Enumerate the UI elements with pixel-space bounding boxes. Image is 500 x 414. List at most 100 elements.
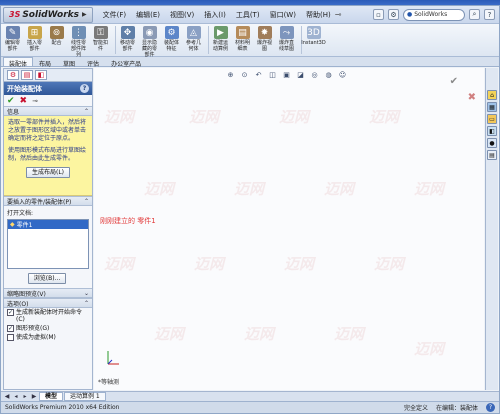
- design-library-icon[interactable]: ▦: [487, 102, 497, 112]
- pin-icon[interactable]: ⊸: [335, 10, 342, 19]
- checkbox-start-command[interactable]: ✓: [7, 309, 14, 316]
- options-group-header[interactable]: 选项(O) ⌃: [4, 298, 92, 308]
- ribbon-button-label: 配合: [51, 40, 62, 46]
- solidworks-resources-icon[interactable]: ⌂: [487, 90, 497, 100]
- feature-manager-tab-icon[interactable]: ⚙: [7, 70, 19, 80]
- linear-pattern-icon: ⋮: [71, 26, 86, 39]
- ribbon-button-10[interactable]: ▤ 材料明细表: [233, 26, 252, 52]
- watermark: 迈网: [104, 255, 135, 273]
- create-layout-button[interactable]: 生成布局(L): [26, 167, 70, 178]
- confirmation-ok-icon[interactable]: ✔: [450, 76, 458, 87]
- ribbon-button-11[interactable]: ✸ 爆炸视图: [255, 26, 274, 52]
- tab-sketch[interactable]: 草图: [57, 57, 81, 68]
- property-manager-tab-icon[interactable]: ▤: [21, 70, 33, 80]
- zoom-to-fit-icon[interactable]: ⊕: [226, 70, 235, 79]
- option-graphics-preview[interactable]: ✓ 图形预览(G): [4, 324, 92, 333]
- tab-evaluate[interactable]: 评估: [81, 57, 105, 68]
- menu-help[interactable]: 帮助(H): [306, 10, 331, 20]
- option-start-command[interactable]: ✓ 生成新装配体时开始命令(C): [4, 308, 92, 324]
- ribbon-button-13[interactable]: 3D Instant3D: [301, 26, 326, 46]
- ribbon-button-0[interactable]: ✎ 编辑零部件: [3, 26, 22, 52]
- ribbon-button-2[interactable]: ⊚ 配合: [47, 26, 66, 46]
- checkbox-graphics-preview[interactable]: ✓: [7, 325, 14, 332]
- display-style-icon[interactable]: ◪: [296, 70, 305, 79]
- watermark: 迈网: [189, 108, 220, 126]
- bom-icon: ▤: [235, 26, 250, 39]
- pushpin-icon[interactable]: ⊸: [32, 97, 38, 105]
- view-orientation-icon[interactable]: ▣: [282, 70, 291, 79]
- ok-check-icon[interactable]: ✔: [7, 96, 15, 106]
- file-explorer-icon[interactable]: ▭: [487, 114, 497, 124]
- last-tab-icon[interactable]: ▶: [30, 393, 38, 400]
- ribbon-button-8[interactable]: ◬ 参考几何体: [184, 26, 203, 52]
- ribbon-button-5[interactable]: ✥ 移动零部件: [118, 26, 137, 52]
- thumbnail-group-header[interactable]: 缩略图预览(V) ⌄: [4, 288, 92, 298]
- help-icon[interactable]: ?: [80, 84, 89, 93]
- tab-office-products[interactable]: 办公室产品: [105, 57, 147, 68]
- options-group-title: 选项(O): [7, 300, 29, 308]
- appearances-icon[interactable]: ●: [487, 138, 497, 148]
- manager-tabs: ⚙ ▤ ◧: [4, 69, 92, 82]
- option-graphics-preview-label: 图形预览(G): [16, 325, 50, 332]
- watermark: 迈网: [284, 255, 315, 273]
- tab-assembly[interactable]: 装配体: [3, 57, 34, 68]
- ribbon-button-7[interactable]: ⚙ 装配体特征: [162, 26, 181, 52]
- new-document-icon[interactable]: ▫: [373, 9, 384, 20]
- message-group-header[interactable]: 信息 ⌃: [4, 106, 92, 116]
- custom-properties-icon[interactable]: ▤: [487, 150, 497, 160]
- search-placeholder: SolidWorks: [414, 11, 448, 18]
- status-defined: 完全定义: [403, 405, 428, 412]
- watermark: 迈网: [369, 108, 400, 126]
- tab-layout[interactable]: 布局: [33, 57, 57, 68]
- help-icon[interactable]: ?: [484, 9, 495, 20]
- previous-view-icon[interactable]: ↶: [254, 70, 263, 79]
- menu-edit[interactable]: 编辑(E): [136, 10, 160, 20]
- ribbon-button-1[interactable]: ⊞ 插入零部件: [25, 26, 44, 52]
- options-icon[interactable]: ⚙: [388, 9, 399, 20]
- checkbox-make-virtual[interactable]: [7, 334, 14, 341]
- collapse-icon: ⌃: [83, 107, 89, 115]
- option-make-virtual[interactable]: 使成为虚拟(M): [4, 333, 92, 342]
- view-palette-icon[interactable]: ◧: [487, 126, 497, 136]
- prev-tab-icon[interactable]: ◂: [12, 393, 20, 400]
- ribbon-button-12[interactable]: ⤳ 爆炸直线草图: [277, 26, 296, 52]
- cancel-x-icon[interactable]: ✖: [20, 96, 28, 106]
- mate-icon: ⊚: [49, 26, 64, 39]
- status-editing: 在编辑：装配体: [435, 405, 478, 412]
- menu-insert[interactable]: 插入(I): [204, 10, 226, 20]
- ds-logo-icon: 3S: [9, 10, 21, 19]
- ribbon-button-6[interactable]: ◉ 显示隐藏的零部件: [140, 26, 159, 58]
- section-view-icon[interactable]: ◫: [268, 70, 277, 79]
- search-input[interactable]: ● SolidWorks: [403, 8, 465, 21]
- menu-view[interactable]: 视图(V): [170, 10, 194, 20]
- insert-part-group-title: 要插入的零件/装配体(P): [7, 198, 72, 206]
- menu-tools[interactable]: 工具(T): [236, 10, 260, 20]
- search-go-icon[interactable]: ⌕: [469, 9, 480, 20]
- ribbon-separator: [208, 26, 209, 54]
- ribbon-button-label: 材料明细表: [234, 40, 250, 52]
- next-tab-icon[interactable]: ▸: [21, 393, 29, 400]
- menu-window[interactable]: 窗口(W): [270, 10, 296, 20]
- ribbon-button-4[interactable]: ⚿ 智能扣件: [91, 26, 110, 52]
- configuration-manager-tab-icon[interactable]: ◧: [35, 70, 47, 80]
- confirmation-cancel-icon[interactable]: ✖: [468, 92, 476, 103]
- zoom-area-icon[interactable]: ⊙: [240, 70, 249, 79]
- menu-bar: 文件(F) 编辑(E) 视图(V) 插入(I) 工具(T) 窗口(W) 帮助(H…: [103, 10, 331, 20]
- open-documents-list[interactable]: ◆ 零件1: [7, 219, 89, 269]
- hide-show-items-icon[interactable]: ◎: [310, 70, 319, 79]
- list-item-part1[interactable]: ◆ 零件1: [8, 220, 88, 229]
- ribbon-button-label: 新建运动算例: [212, 40, 228, 52]
- tab-model[interactable]: 模型: [39, 392, 64, 401]
- solidworks-logo-button[interactable]: 3S SolidWorks ▶: [3, 6, 93, 23]
- menu-file[interactable]: 文件(F): [103, 10, 127, 20]
- tab-motion-study-1[interactable]: 运动算例 1: [64, 392, 106, 401]
- help-icon[interactable]: ?: [486, 403, 495, 412]
- apply-scene-icon[interactable]: ☺: [338, 70, 347, 79]
- insert-part-group-header[interactable]: 要插入的零件/装配体(P) ⌃: [4, 196, 92, 206]
- ribbon-button-9[interactable]: ▶ 新建运动算例: [211, 26, 230, 52]
- first-tab-icon[interactable]: ◀: [3, 393, 11, 400]
- graphics-area[interactable]: 迈网 迈网 迈网 迈网 迈网 迈网 迈网 迈网 迈网 迈网 迈网 迈网 迈网 迈…: [94, 68, 484, 390]
- edit-appearance-icon[interactable]: ◍: [324, 70, 333, 79]
- ribbon-button-3[interactable]: ⋮ 线性零部件阵列: [69, 26, 88, 58]
- browse-button[interactable]: 浏览(B)...: [28, 273, 66, 284]
